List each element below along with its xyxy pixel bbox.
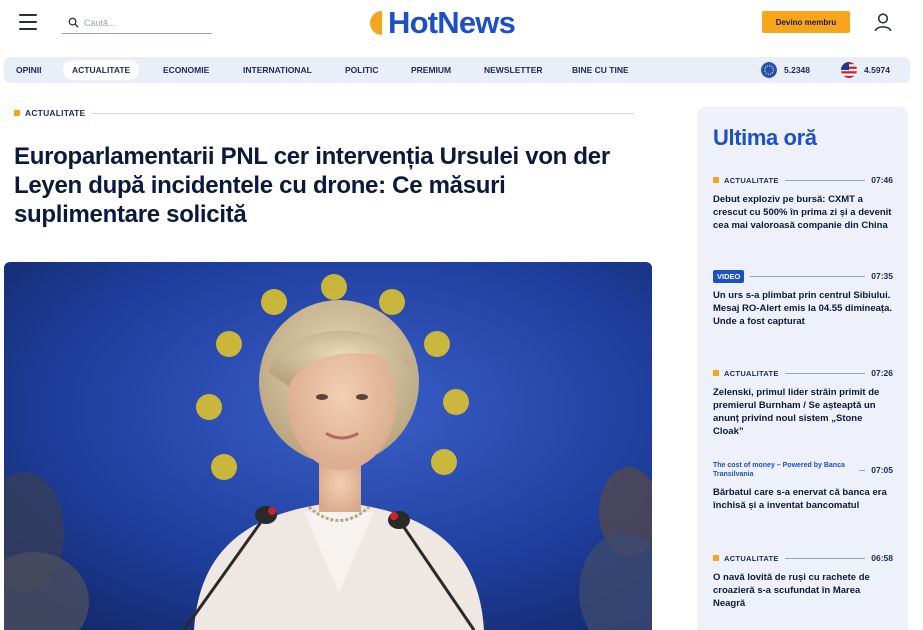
list-item[interactable]: ACTUALITATE 07:46 Debut exploziv pe burs… (713, 173, 893, 232)
search-icon (68, 17, 79, 28)
become-member-button[interactable]: Devino membru (762, 11, 850, 33)
news-category[interactable]: ACTUALITATE (724, 176, 779, 185)
article-image (4, 262, 652, 630)
article-headline: Europarlamentarii PNL cer intervenția Ur… (14, 143, 610, 228)
search-input[interactable] (84, 14, 204, 32)
nav-item-opinii[interactable]: OPINII (16, 57, 42, 83)
divider (784, 557, 866, 559)
nav-item-economie[interactable]: ECONOMIE (163, 57, 209, 83)
nav-item-international[interactable]: INTERNATIONAL (243, 57, 312, 83)
search-bar[interactable] (62, 12, 212, 34)
news-category[interactable]: ACTUALITATE (724, 554, 779, 563)
eur-rate: 5.2348 (761, 62, 810, 78)
news-time: 07:05 (871, 465, 893, 475)
list-item[interactable]: VIDEO 07:35 Un urs s-a plimbat prin cent… (713, 269, 893, 328)
divider (859, 469, 866, 471)
list-item[interactable]: ACTUALITATE 06:58 O navă lovită de ruși … (713, 551, 893, 610)
sponsor-label[interactable]: The cost of money – Powered by Banca Tra… (713, 461, 853, 479)
news-category[interactable]: ACTUALITATE (724, 369, 779, 378)
usd-rate: 4.5974 (841, 62, 890, 78)
article-category: ACTUALITATE (14, 108, 634, 118)
news-meta: The cost of money – Powered by Banca Tra… (713, 460, 893, 480)
video-badge[interactable]: VIDEO (713, 269, 745, 283)
nav-item-actualitate[interactable]: ACTUALITATE (63, 60, 140, 80)
nav-item-newsletter[interactable]: NEWSLETTER (484, 57, 543, 83)
eur-rate-value: 5.2348 (784, 65, 810, 75)
menu-icon[interactable] (19, 14, 37, 30)
category-marker (713, 370, 719, 376)
divider (784, 372, 866, 374)
news-title[interactable]: Debut exploziv pe bursă: CXMT a crescut … (713, 193, 893, 232)
main-nav: OPINII ACTUALITATE ECONOMIE INTERNATIONA… (4, 57, 910, 83)
news-title[interactable]: Bărbatul care s-a enervat că banca era î… (713, 486, 893, 512)
news-time: 07:46 (871, 175, 893, 185)
news-meta: ACTUALITATE 07:26 (713, 366, 893, 380)
site-header: HotNews Devino membru (0, 0, 923, 48)
news-meta: VIDEO 07:35 (713, 269, 893, 283)
hotnews-logo[interactable]: HotNews (369, 5, 516, 41)
sidebar-title[interactable]: Ultima oră (713, 125, 817, 151)
latest-news-sidebar: Ultima oră ACTUALITATE 07:46 Debut explo… (697, 107, 908, 630)
category-marker (713, 555, 719, 561)
nav-item-premium[interactable]: PREMIUM (411, 57, 451, 83)
category-label[interactable]: ACTUALITATE (25, 108, 85, 118)
eu-flag-icon (761, 62, 777, 78)
article-photo (4, 262, 652, 630)
list-item[interactable]: The cost of money – Powered by Banca Tra… (713, 460, 893, 512)
nav-item-bine-cu-tine[interactable]: BINE CU TINE (572, 57, 629, 83)
divider (91, 112, 634, 114)
logo-mark-icon (370, 11, 382, 35)
divider (750, 275, 866, 277)
user-icon[interactable] (873, 12, 893, 32)
news-title[interactable]: Zelenski, primul lider străin primit de … (713, 386, 893, 438)
usd-rate-value: 4.5974 (864, 65, 890, 75)
news-time: 06:58 (871, 553, 893, 563)
logo-text: HotNews (388, 5, 516, 40)
news-meta: ACTUALITATE 07:46 (713, 173, 893, 187)
list-item[interactable]: ACTUALITATE 07:26 Zelenski, primul lider… (713, 366, 893, 438)
divider (784, 179, 866, 181)
news-title[interactable]: Un urs s-a plimbat prin centrul Sibiului… (713, 289, 893, 328)
category-marker (713, 177, 719, 183)
news-time: 07:26 (871, 368, 893, 378)
nav-item-politic[interactable]: POLITIC (345, 57, 379, 83)
category-marker (14, 110, 20, 116)
news-time: 07:35 (871, 271, 893, 281)
us-flag-icon (841, 62, 857, 78)
news-title[interactable]: O navă lovită de ruși cu rachete de croa… (713, 571, 893, 610)
news-meta: ACTUALITATE 06:58 (713, 551, 893, 565)
